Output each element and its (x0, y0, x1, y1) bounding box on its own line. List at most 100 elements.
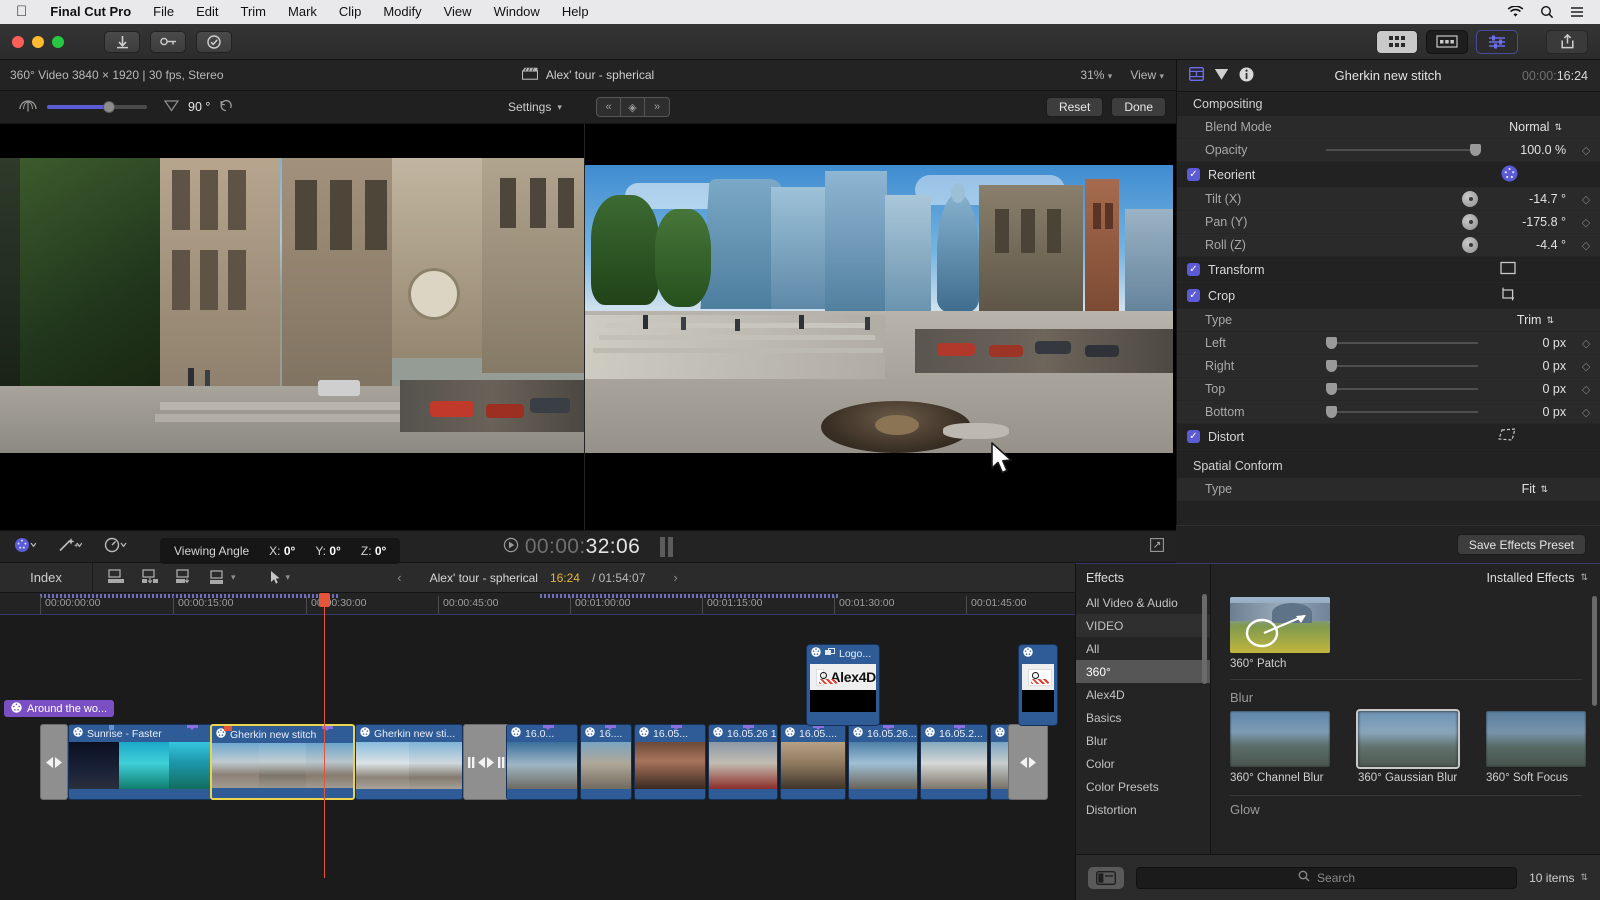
opacity-row[interactable]: Opacity 100.0 % ◇ (1177, 139, 1600, 162)
crop-top-keyframe-button[interactable]: ◇ (1572, 383, 1600, 396)
opacity-value[interactable]: 100.0 % (1486, 143, 1572, 157)
reset-arrow-icon[interactable] (219, 99, 233, 115)
pan-y-row[interactable]: Pan (Y) -175.8 ° ◇ (1177, 211, 1600, 234)
effect-item-360-channel-blur[interactable]: 360° Channel Blur (1230, 711, 1334, 785)
effects-category-distortion[interactable]: Distortion (1076, 798, 1210, 821)
minimize-window-button[interactable] (32, 36, 44, 48)
tilt-x-value[interactable]: -14.7 ° (1486, 192, 1572, 206)
chevron-left-icon[interactable]: ‹ (381, 570, 417, 585)
spatial-conform-type-popup[interactable]: Fit⇅ (1452, 482, 1572, 496)
effects-category-basics[interactable]: Basics (1076, 706, 1210, 729)
crop-type-popup[interactable]: Trim⇅ (1452, 313, 1572, 327)
info-tab-icon[interactable] (1239, 67, 1254, 85)
inspector-toggle-button[interactable] (1476, 30, 1518, 54)
reorient-checkbox[interactable]: ✓ (1187, 168, 1200, 181)
close-window-button[interactable] (12, 36, 24, 48)
timeline-ruler[interactable]: 00:00:00:00 00:00:15:00 00:00:30:00 00:0… (0, 593, 1075, 615)
timeline-clip[interactable]: 16.05.... (780, 724, 846, 800)
sidebar-toggle-icon[interactable] (1088, 867, 1124, 889)
viewer-360-rectilinear[interactable] (0, 158, 584, 453)
distort-section-header[interactable]: ✓ Distort (1177, 424, 1600, 450)
menu-clip[interactable]: Clip (328, 0, 372, 24)
done-button[interactable]: Done (1111, 97, 1166, 117)
pan-y-value[interactable]: -175.8 ° (1486, 215, 1572, 229)
crop-left-keyframe-button[interactable]: ◇ (1572, 337, 1600, 350)
timeline-clip[interactable]: Gherkin new sti... (355, 724, 463, 800)
effects-sidebar-scrollbar[interactable] (1202, 594, 1207, 684)
crop-bottom-slider[interactable] (1326, 411, 1478, 413)
distort-checkbox[interactable]: ✓ (1187, 430, 1200, 443)
menu-mark[interactable]: Mark (277, 0, 328, 24)
effect-item-360-soft-focus[interactable]: 360° Soft Focus (1486, 711, 1590, 785)
tilt-x-dial[interactable] (1462, 191, 1478, 207)
reset-button[interactable]: Reset (1046, 97, 1103, 117)
wifi-icon[interactable] (1507, 6, 1524, 18)
timeline-clip[interactable]: Sunrise - Faster (68, 724, 220, 800)
crop-bottom-value[interactable]: 0 px (1486, 405, 1572, 419)
zoom-window-button[interactable] (52, 36, 64, 48)
viewer-zoom-popup[interactable]: 31% ▾ (1080, 68, 1112, 82)
reorient-section-header[interactable]: ✓ Reorient (1177, 162, 1600, 188)
crop-top-value[interactable]: 0 px (1486, 382, 1572, 396)
timeline-clip[interactable]: 16.05.2... (920, 724, 988, 800)
timeline-clip-selected[interactable]: Gherkin new stitch (210, 724, 355, 800)
timeline-clip[interactable]: 16.05.26 1... (708, 724, 778, 800)
keyword-chip[interactable]: Around the wo... (4, 700, 114, 717)
keyframe-next-icon[interactable]: » (645, 98, 669, 116)
clip-marker[interactable] (109, 724, 114, 730)
apple-icon[interactable]:  (10, 4, 39, 21)
clip-marker[interactable] (543, 724, 554, 728)
effects-category-360[interactable]: 360° (1076, 660, 1210, 683)
crop-top-row[interactable]: Top 0 px ◇ (1177, 378, 1600, 401)
timeline-playhead[interactable] (324, 593, 325, 878)
viewer-settings-popup[interactable]: Settings▾ (508, 100, 562, 114)
tilt-x-row[interactable]: Tilt (X) -14.7 ° ◇ (1177, 188, 1600, 211)
effects-search-input[interactable]: Search (1136, 867, 1517, 889)
opacity-slider[interactable] (1326, 149, 1478, 151)
clip-marker[interactable] (605, 724, 616, 728)
crop-left-slider[interactable] (1326, 342, 1478, 344)
crop-bottom-row[interactable]: Bottom 0 px ◇ (1177, 401, 1600, 424)
save-effects-preset-button[interactable]: Save Effects Preset (1457, 534, 1586, 555)
pan-y-dial[interactable] (1462, 214, 1478, 230)
roll-z-row[interactable]: Roll (Z) -4.4 ° ◇ (1177, 234, 1600, 257)
roll-z-keyframe-button[interactable]: ◇ (1572, 239, 1600, 252)
effects-category-alex4d[interactable]: Alex4D (1076, 683, 1210, 706)
menu-help[interactable]: Help (551, 0, 600, 24)
clip-marker[interactable] (954, 724, 965, 728)
crop-section-header[interactable]: ✓ Crop (1177, 283, 1600, 309)
import-media-button[interactable] (104, 31, 140, 53)
effect-item-360-gaussian-blur[interactable]: 360° Gaussian Blur (1358, 711, 1462, 785)
window-controls[interactable] (0, 36, 64, 48)
clip-marker[interactable] (671, 724, 682, 728)
tilt-x-keyframe-button[interactable]: ◇ (1572, 193, 1600, 206)
crop-left-value[interactable]: 0 px (1486, 336, 1572, 350)
timeline-clip[interactable]: 16.... (580, 724, 632, 800)
effects-browser-toggle-button[interactable] (1426, 30, 1468, 54)
opacity-keyframe-button[interactable]: ◇ (1572, 144, 1600, 157)
menu-app-name[interactable]: Final Cut Pro (39, 0, 142, 24)
roll-z-value[interactable]: -4.4 ° (1486, 238, 1572, 252)
effects-category-video[interactable]: VIDEO (1076, 614, 1210, 637)
background-tasks-button[interactable] (196, 31, 232, 53)
transform-section-header[interactable]: ✓ Transform (1177, 257, 1600, 283)
transition-middle[interactable] (463, 724, 511, 800)
chevron-right-icon[interactable]: › (657, 570, 693, 585)
connected-clip[interactable]: Logo... Alex4D (806, 644, 880, 726)
effects-category-color-presets[interactable]: Color Presets (1076, 775, 1210, 798)
effects-category-all[interactable]: All (1076, 637, 1210, 660)
crop-icon[interactable] (1500, 287, 1516, 304)
distort-icon[interactable] (1498, 428, 1516, 445)
reorient-dome-icon[interactable] (1501, 165, 1518, 185)
keyframe-controls[interactable]: « ◈ » (596, 97, 670, 117)
search-icon[interactable] (1540, 5, 1554, 19)
transition-end[interactable] (1008, 724, 1048, 800)
effects-category-all-video-audio[interactable]: All Video & Audio (1076, 591, 1210, 614)
video-tab-icon[interactable] (1189, 67, 1204, 84)
spatial-conform-type-row[interactable]: Type Fit⇅ (1177, 478, 1600, 501)
crop-right-keyframe-button[interactable]: ◇ (1572, 360, 1600, 373)
control-center-icon[interactable] (1570, 6, 1584, 18)
clip-marker[interactable] (743, 724, 754, 728)
keyframe-previous-icon[interactable]: « (597, 98, 621, 116)
timecode-scrubber[interactable] (660, 537, 673, 557)
